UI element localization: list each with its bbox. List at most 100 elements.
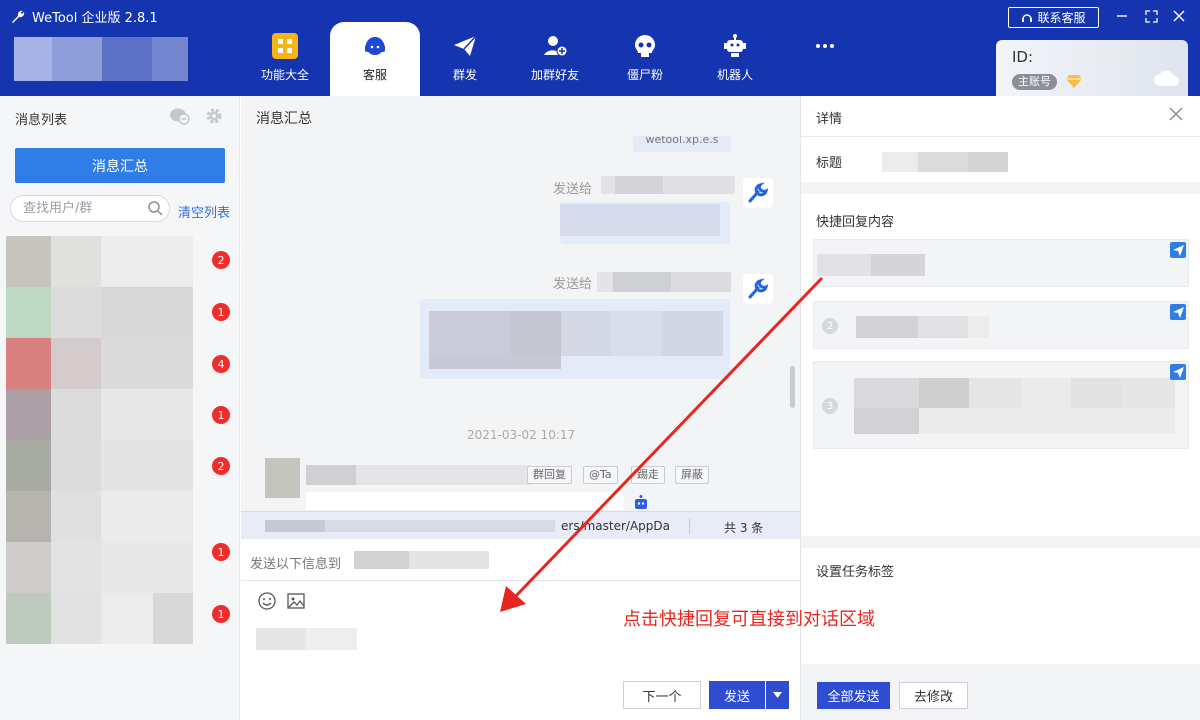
- list-item[interactable]: 1: [6, 389, 231, 440]
- sender-avatar[interactable]: [265, 458, 300, 498]
- clear-list-link[interactable]: 清空列表: [178, 202, 230, 221]
- quick-reply-item[interactable]: 2: [813, 301, 1189, 349]
- kick-out-tag[interactable]: 踢走: [631, 466, 665, 484]
- info-path: ers/master/AppDa: [561, 519, 671, 533]
- user-list: 2 1 4 1 2 1 1: [6, 236, 231, 654]
- nav-zombie-fans[interactable]: 僵尸粉: [600, 22, 690, 96]
- robot-icon: [721, 32, 749, 60]
- nav-robot[interactable]: 机器人: [690, 22, 780, 96]
- app-title: WeTool 企业版 2.8.1: [10, 7, 158, 26]
- cloud-icon[interactable]: [1152, 68, 1182, 88]
- search-box: [10, 195, 170, 222]
- message-summary-button[interactable]: 消息汇总: [15, 148, 225, 183]
- chat-scrollbar[interactable]: [790, 366, 795, 408]
- send-all-button[interactable]: 全部发送: [817, 682, 890, 709]
- task-tag-label: 设置任务标签: [816, 565, 895, 580]
- close-window-icon[interactable]: [1171, 8, 1187, 24]
- contact-support-button[interactable]: 联系客服: [1008, 7, 1099, 28]
- next-button[interactable]: 下一个: [623, 681, 701, 709]
- send-options-dropdown[interactable]: [766, 681, 789, 709]
- app-title-text: WeTool 企业版 2.8.1: [32, 11, 158, 26]
- quick-reply-item[interactable]: 3: [813, 361, 1189, 449]
- nav-label: 加群好友: [530, 68, 579, 82]
- add-friend-icon: [541, 32, 569, 60]
- grid-icon: [271, 32, 299, 60]
- recipient-blurred: [597, 272, 731, 292]
- minimize-icon[interactable]: [1114, 8, 1130, 24]
- list-item[interactable]: 4: [6, 338, 231, 389]
- nav-add-group-friends[interactable]: 加群好友: [510, 22, 600, 96]
- message-list-title: 消息列表: [15, 113, 68, 128]
- section-gap: [801, 182, 1200, 194]
- list-item[interactable]: [6, 491, 231, 542]
- list-item[interactable]: 2: [6, 236, 231, 287]
- account-id-card[interactable]: ID: 主账号: [996, 40, 1188, 96]
- nav-customer-service[interactable]: 客服: [330, 22, 420, 96]
- image-icon[interactable]: [286, 591, 306, 611]
- draft-text-blurred: [256, 628, 357, 650]
- unread-badge: 1: [212, 543, 230, 561]
- gear-icon[interactable]: [204, 106, 224, 126]
- close-icon[interactable]: [1167, 105, 1185, 123]
- wetool-avatar-icon: [743, 178, 773, 208]
- nav-label: 客服: [362, 68, 387, 82]
- main-nav: 功能大全 客服 群发 加群好友 僵尸粉 机器人: [240, 22, 870, 96]
- summary-info-strip: ers/master/AppDa 共 3 条: [241, 511, 800, 539]
- robot-small-icon: [635, 495, 647, 509]
- at-ta-tag[interactable]: @Ta: [583, 466, 618, 484]
- emoji-icon[interactable]: [257, 591, 277, 611]
- paper-plane-icon: [451, 32, 479, 60]
- send-quick-reply-icon[interactable]: [1170, 304, 1186, 320]
- chat-mute-icon[interactable]: [170, 106, 190, 126]
- title-field-label: 标题: [816, 156, 843, 171]
- message-timestamp: 2021-03-02 10:17: [467, 428, 576, 442]
- unread-badge: 2: [212, 251, 230, 269]
- wrench-logo-icon: [12, 10, 25, 23]
- search-icon[interactable]: [147, 200, 163, 216]
- sent-to-label: 发送给: [553, 182, 593, 197]
- quick-reply-label: 快捷回复内容: [816, 215, 895, 230]
- send-quick-reply-icon[interactable]: [1170, 242, 1186, 258]
- list-item[interactable]: 1: [6, 287, 231, 338]
- unread-badge: 2: [212, 457, 230, 475]
- headset-small-icon: [1022, 13, 1033, 22]
- annotation-text: 点击快捷回复可直接到对话区域: [623, 609, 875, 630]
- details-title: 详情: [816, 112, 843, 127]
- sent-message-bubble: [420, 299, 730, 379]
- modify-button[interactable]: 去修改: [899, 682, 968, 709]
- section-gap: [801, 536, 1200, 548]
- skull-icon: [631, 32, 659, 60]
- search-input[interactable]: [23, 201, 143, 216]
- send-quick-reply-icon[interactable]: [1170, 364, 1186, 380]
- nav-mass-send[interactable]: 群发: [420, 22, 510, 96]
- title-value-blurred: [882, 152, 1008, 172]
- maximize-icon[interactable]: [1143, 8, 1159, 24]
- main-account-badge: 主账号: [1012, 74, 1057, 90]
- list-item[interactable]: 1: [6, 593, 231, 644]
- block-tag[interactable]: 屏蔽: [675, 466, 709, 484]
- compose-area[interactable]: 下一个 发送: [241, 581, 800, 720]
- divider: [689, 518, 690, 534]
- divider: [801, 136, 1200, 137]
- unread-badge: 1: [212, 303, 230, 321]
- diamond-icon: [1066, 75, 1082, 88]
- list-item[interactable]: 1: [6, 542, 231, 593]
- nav-more[interactable]: [780, 22, 870, 96]
- send-to-label: 发送以下信息到: [250, 557, 342, 572]
- nav-all-features[interactable]: 功能大全: [240, 22, 330, 96]
- send-to-bar: 发送以下信息到: [241, 539, 800, 581]
- list-item[interactable]: 2: [6, 440, 231, 491]
- unread-badge: 1: [212, 406, 230, 424]
- received-message-bubble: [306, 492, 624, 510]
- message-bubble: wetool.xp.e.s: [633, 136, 731, 152]
- chat-area[interactable]: wetool.xp.e.s 发送给 发送给 2021-03-02 10:17 群…: [241, 136, 800, 510]
- send-button[interactable]: 发送: [709, 681, 765, 709]
- account-avatar-blurred[interactable]: [14, 37, 188, 81]
- recipient-blurred: [601, 176, 735, 194]
- quick-reply-text-blurred: [817, 254, 925, 276]
- unread-badge: 4: [212, 355, 230, 373]
- account-id-label: ID:: [1012, 48, 1034, 66]
- group-reply-tag[interactable]: 群回复: [527, 466, 572, 484]
- quick-reply-item[interactable]: [813, 239, 1189, 287]
- quick-reply-number: 3: [822, 398, 838, 414]
